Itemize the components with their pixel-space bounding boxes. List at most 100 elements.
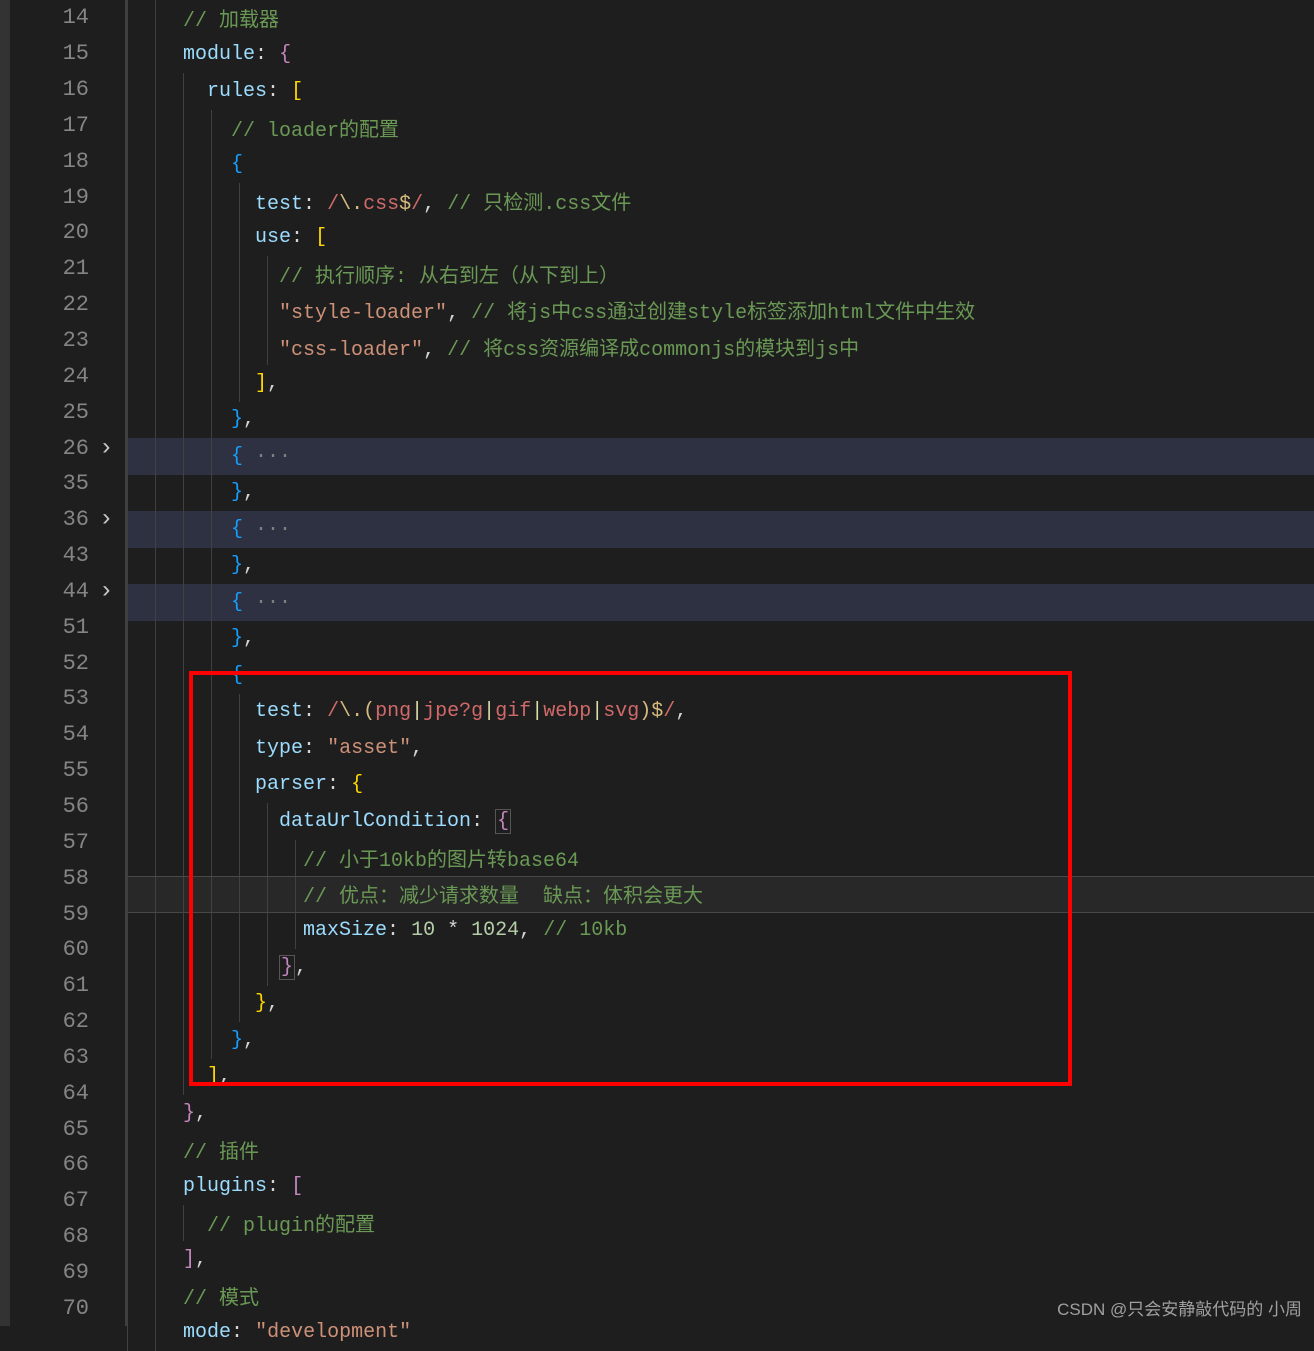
indent-guide	[183, 183, 184, 220]
indent-guide	[155, 110, 156, 147]
code-line[interactable]: },	[127, 548, 1314, 585]
code-line[interactable]: ],	[127, 1241, 1314, 1278]
code-line[interactable]: module: {	[127, 37, 1314, 74]
line-number: 20	[29, 220, 89, 245]
code-line[interactable]: },	[127, 1095, 1314, 1132]
code-content: type: "asset",	[127, 737, 423, 760]
indent-guide	[211, 657, 212, 694]
code-line[interactable]: },	[127, 986, 1314, 1023]
chevron-right-icon[interactable]: ›	[99, 435, 115, 462]
code-line[interactable]: test: /\.css$/, // 只检测.css文件	[127, 183, 1314, 220]
code-line[interactable]: },	[127, 949, 1314, 986]
code-line[interactable]: // 插件	[127, 1132, 1314, 1169]
code-area[interactable]: // 加载器 module: { rules: [ // loader的配置 {…	[125, 0, 1314, 1326]
code-line[interactable]: // 执行顺序: 从右到左（从下到上）	[127, 256, 1314, 293]
indent-guide	[239, 365, 240, 402]
code-line[interactable]: },	[127, 621, 1314, 658]
indent-guide	[127, 1241, 128, 1278]
code-line[interactable]: },	[127, 1022, 1314, 1059]
code-line[interactable]: rules: [	[127, 73, 1314, 110]
code-content: // 加载器	[127, 3, 279, 33]
code-editor[interactable]: 14151617181920212223242526›3536›4344›515…	[0, 0, 1314, 1326]
indent-guide	[183, 767, 184, 804]
code-line[interactable]: test: /\.(png|jpe?g|gif|webp|svg)$/,	[127, 694, 1314, 731]
code-content: // 模式	[127, 1281, 259, 1311]
indent-guide	[183, 329, 184, 366]
indent-guide	[239, 803, 240, 840]
code-line[interactable]: plugins: [	[127, 1168, 1314, 1205]
chevron-right-icon[interactable]: ›	[99, 506, 115, 533]
indent-guide	[155, 1022, 156, 1059]
indent-guide	[155, 402, 156, 439]
code-line[interactable]: // 优点：减少请求数量 缺点：体积会更大	[127, 876, 1314, 913]
code-line[interactable]: ],	[127, 1059, 1314, 1096]
indent-guide	[239, 913, 240, 950]
code-line[interactable]: parser: {	[127, 767, 1314, 804]
code-line[interactable]: { ···	[127, 438, 1314, 475]
gutter: 14151617181920212223242526›3536›4344›515…	[10, 0, 125, 1326]
gutter-row: 68	[10, 1219, 125, 1255]
gutter-row: 44›	[10, 574, 125, 610]
indent-guide	[211, 475, 212, 512]
indent-guide	[211, 694, 212, 731]
code-line[interactable]: { ···	[127, 511, 1314, 548]
code-line[interactable]: // 小于10kb的图片转base64	[127, 840, 1314, 877]
indent-guide	[211, 292, 212, 329]
gutter-row: 53	[10, 681, 125, 717]
code-line[interactable]: "style-loader", // 将js中css通过创建style标签添加h…	[127, 292, 1314, 329]
indent-guide	[183, 694, 184, 731]
code-line[interactable]: maxSize: 10 * 1024, // 10kb	[127, 913, 1314, 950]
code-content: {	[127, 153, 243, 176]
gutter-row: 24	[10, 358, 125, 394]
indent-guide	[155, 475, 156, 512]
code-line[interactable]: dataUrlCondition: {	[127, 803, 1314, 840]
code-content: rules: [	[127, 80, 303, 103]
indent-guide	[127, 37, 128, 74]
indent-guide	[267, 913, 268, 950]
indent-guide	[155, 877, 156, 912]
code-line[interactable]: // plugin的配置	[127, 1205, 1314, 1242]
indent-guide	[239, 730, 240, 767]
indent-guide	[239, 329, 240, 366]
indent-guide	[211, 183, 212, 220]
indent-guide	[127, 1095, 128, 1132]
gutter-row: 36›	[10, 502, 125, 538]
code-line[interactable]: // loader的配置	[127, 110, 1314, 147]
indent-guide	[211, 767, 212, 804]
code-line[interactable]: {	[127, 146, 1314, 183]
indent-guide	[211, 913, 212, 950]
code-line[interactable]: },	[127, 402, 1314, 439]
indent-guide	[211, 438, 212, 475]
code-line[interactable]: { ···	[127, 584, 1314, 621]
code-line[interactable]: "css-loader", // 将css资源编译成commonjs的模块到js…	[127, 329, 1314, 366]
gutter-row: 21	[10, 251, 125, 287]
indent-guide	[183, 219, 184, 256]
line-number: 52	[29, 651, 89, 676]
line-number: 62	[29, 1009, 89, 1034]
code-line[interactable]: // 加载器	[127, 0, 1314, 37]
indent-guide	[267, 949, 268, 986]
line-number: 59	[29, 902, 89, 927]
line-number: 18	[29, 149, 89, 174]
code-line[interactable]: use: [	[127, 219, 1314, 256]
code-content: "css-loader", // 将css资源编译成commonjs的模块到js…	[127, 332, 859, 362]
indent-guide	[127, 292, 128, 329]
indent-guide	[127, 0, 128, 37]
code-line[interactable]: {	[127, 657, 1314, 694]
code-content: module: {	[127, 43, 291, 66]
gutter-row: 18	[10, 143, 125, 179]
line-number: 53	[29, 686, 89, 711]
indent-guide	[127, 584, 128, 621]
code-line[interactable]: type: "asset",	[127, 730, 1314, 767]
indent-guide	[239, 219, 240, 256]
code-content: ],	[127, 1248, 207, 1271]
code-content: // 小于10kb的图片转base64	[127, 843, 579, 873]
code-line[interactable]: },	[127, 475, 1314, 512]
chevron-right-icon[interactable]: ›	[99, 578, 115, 605]
indent-guide	[183, 949, 184, 986]
indent-guide	[155, 292, 156, 329]
code-line[interactable]: ],	[127, 365, 1314, 402]
code-content: },	[127, 481, 255, 504]
indent-guide	[127, 548, 128, 585]
indent-guide	[155, 0, 156, 37]
